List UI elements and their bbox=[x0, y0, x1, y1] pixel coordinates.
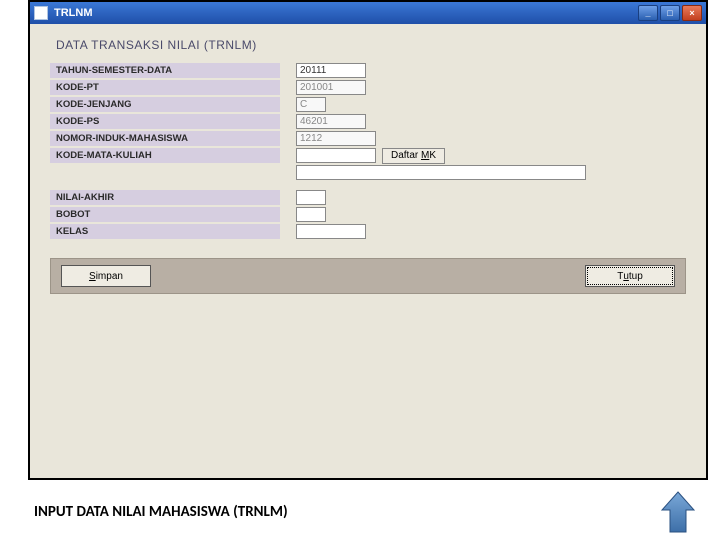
label-thsms: TAHUN-SEMESTER-DATA bbox=[50, 63, 280, 79]
row-kelas: KELAS bbox=[50, 223, 686, 240]
app-icon bbox=[34, 6, 48, 20]
row-thsms: TAHUN-SEMESTER-DATA bbox=[50, 62, 686, 79]
row-kodemk: KODE-MATA-KULIAH Daftar MK bbox=[50, 147, 686, 164]
minimize-button[interactable]: _ bbox=[638, 5, 658, 21]
label-nilai: NILAI-AKHIR bbox=[50, 190, 280, 206]
daftar-mk-button[interactable]: Daftar MK bbox=[382, 148, 445, 164]
viewport-frame: TRLNM _ □ × DATA TRANSAKSI NILAI (TRNLM)… bbox=[28, 0, 708, 480]
maximize-button[interactable]: □ bbox=[660, 5, 680, 21]
input-kodejenjang[interactable] bbox=[296, 97, 326, 112]
input-kodemk-name[interactable] bbox=[296, 165, 586, 180]
input-kelas[interactable] bbox=[296, 224, 366, 239]
simpan-mnemonic: S bbox=[89, 271, 96, 282]
input-thsms[interactable] bbox=[296, 63, 366, 78]
button-bar: Simpan Tutup bbox=[50, 258, 686, 294]
label-nim: NOMOR-INDUK-MAHASISWA bbox=[50, 131, 280, 147]
label-bobot: BOBOT bbox=[50, 207, 280, 223]
simpan-button[interactable]: Simpan bbox=[61, 265, 151, 287]
form-title: DATA TRANSAKSI NILAI (TRNLM) bbox=[56, 38, 686, 52]
input-bobot[interactable] bbox=[296, 207, 326, 222]
label-kodemk: KODE-MATA-KULIAH bbox=[50, 148, 280, 164]
daftar-suffix: K bbox=[429, 150, 436, 161]
row-kodeps: KODE-PS bbox=[50, 113, 686, 130]
tutup-button[interactable]: Tutup bbox=[585, 265, 675, 287]
tutup-suffix: tup bbox=[629, 271, 643, 282]
row-nilai: NILAI-AKHIR bbox=[50, 189, 686, 206]
daftar-prefix: Daftar bbox=[391, 150, 421, 161]
form-rows: TAHUN-SEMESTER-DATA KODE-PT KODE-JENJANG… bbox=[50, 62, 686, 240]
input-nim[interactable] bbox=[296, 131, 376, 146]
input-kodemk[interactable] bbox=[296, 148, 376, 163]
close-button[interactable]: × bbox=[682, 5, 702, 21]
row-kodept: KODE-PT bbox=[50, 79, 686, 96]
label-kodept: KODE-PT bbox=[50, 80, 280, 96]
simpan-suffix: impan bbox=[96, 271, 123, 282]
app-window: TRLNM _ □ × DATA TRANSAKSI NILAI (TRNLM)… bbox=[30, 2, 706, 478]
input-nilai[interactable] bbox=[296, 190, 326, 205]
row-kodejenjang: KODE-JENJANG bbox=[50, 96, 686, 113]
label-kodeps: KODE-PS bbox=[50, 114, 280, 130]
row-bobot: BOBOT bbox=[50, 206, 686, 223]
arrow-up-icon bbox=[660, 490, 696, 534]
label-kodejenjang: KODE-JENJANG bbox=[50, 97, 280, 113]
label-kelas: KELAS bbox=[50, 224, 280, 240]
input-kodeps[interactable] bbox=[296, 114, 366, 129]
row-kodemk-name bbox=[50, 164, 686, 181]
slide-caption: INPUT DATA NILAI MAHASISWA (TRNLM) bbox=[34, 503, 288, 521]
window-title: TRLNM bbox=[54, 7, 93, 19]
titlebar: TRLNM _ □ × bbox=[30, 2, 706, 24]
client-area: DATA TRANSAKSI NILAI (TRNLM) TAHUN-SEMES… bbox=[30, 24, 706, 304]
row-nim: NOMOR-INDUK-MAHASISWA bbox=[50, 130, 686, 147]
input-kodept[interactable] bbox=[296, 80, 366, 95]
